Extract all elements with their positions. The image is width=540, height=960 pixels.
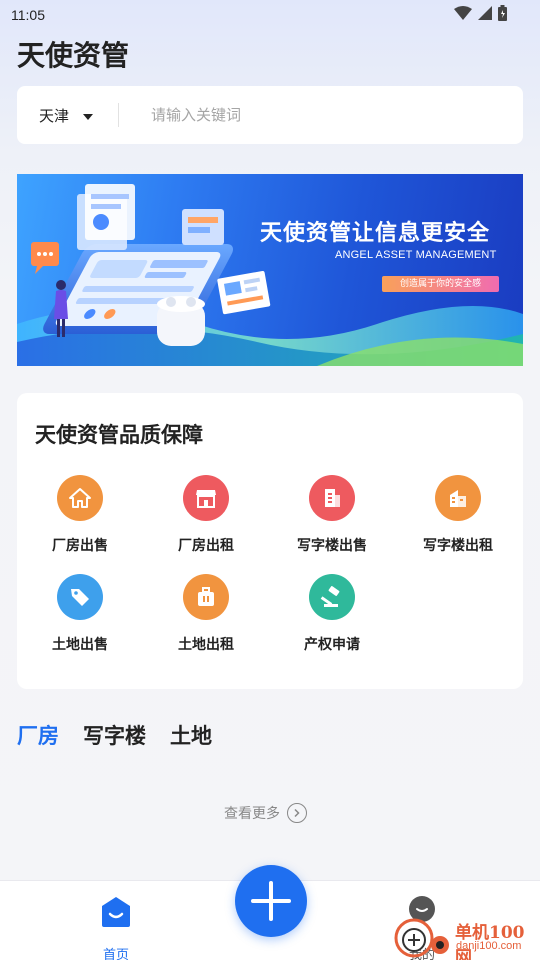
property-right-application-item[interactable]: 产权申请 (269, 574, 395, 664)
plus-icon (251, 881, 291, 921)
see-more-label: 查看更多 (224, 806, 280, 822)
nav-home[interactable]: 首页 (90, 893, 142, 960)
office-sale-item[interactable]: 写字楼出售 (269, 475, 395, 565)
grid-item-label: 土地出租 (178, 637, 234, 653)
watermark-url: danji100.com (456, 940, 522, 952)
banner-tagline: 创造属于你的安全感 (382, 276, 499, 292)
banner-illustration (17, 184, 523, 366)
price-tag-icon (57, 574, 103, 620)
watermark-logo-icon (394, 918, 449, 958)
buildings-icon (435, 475, 481, 521)
status-time: 11:05 (11, 7, 45, 23)
search-input[interactable] (135, 100, 495, 130)
banner-subtitle: ANGEL ASSET MANAGEMENT (335, 249, 497, 261)
promo-banner[interactable]: 天使资管让信息更安全 ANGEL ASSET MANAGEMENT 创造属于你的… (17, 174, 523, 366)
tab-office[interactable]: 写字楼 (83, 720, 146, 750)
grid-item-label: 厂房出售 (52, 538, 108, 554)
gavel-icon (309, 574, 355, 620)
city-label: 天津 (39, 106, 70, 125)
grid-item-label: 写字楼出售 (297, 538, 367, 554)
search-bar: 天津 (17, 86, 523, 144)
publish-button[interactable] (235, 865, 307, 937)
tab-factory[interactable]: 厂房 (17, 720, 59, 750)
factory-rent-item[interactable]: 厂房出租 (143, 475, 269, 565)
wifi-icon (454, 6, 472, 20)
status-icons (454, 5, 507, 21)
see-more-link[interactable]: 查看更多 (224, 802, 307, 824)
chevron-right-icon (287, 803, 307, 823)
quality-guarantee-card: 天使资管品质保障 厂房出售 厂房出租 写字楼出售 写字楼出租 土地出售 土地出租… (17, 393, 523, 689)
status-bar: 11:05 (0, 0, 540, 32)
land-rent-item[interactable]: 土地出租 (143, 574, 269, 664)
listing-tabs: 厂房 写字楼 土地 (17, 720, 236, 750)
card-title: 天使资管品质保障 (35, 423, 203, 447)
tab-land[interactable]: 土地 (170, 720, 212, 750)
banner-title: 天使资管让信息更安全 (260, 221, 491, 246)
office-building-icon (309, 475, 355, 521)
watermark-name: 单机100网 (455, 923, 525, 960)
grid-item-label: 厂房出租 (178, 538, 234, 554)
cellular-signal-icon (478, 6, 492, 20)
battery-icon (498, 5, 507, 21)
office-rent-item[interactable]: 写字楼出租 (395, 475, 521, 565)
land-sale-item[interactable]: 土地出售 (17, 574, 143, 664)
house-icon (57, 475, 103, 521)
nav-home-label: 首页 (102, 948, 129, 960)
storefront-icon (183, 475, 229, 521)
caret-down-icon (83, 113, 94, 120)
briefcase-icon (183, 574, 229, 620)
search-divider (118, 103, 119, 127)
app-title: 天使资管 (17, 39, 130, 72)
grid-item-label: 产权申请 (304, 637, 360, 653)
grid-item-label: 写字楼出租 (423, 538, 493, 554)
grid-item-label: 土地出售 (52, 637, 108, 653)
factory-sale-item[interactable]: 厂房出售 (17, 475, 143, 565)
home-icon (102, 897, 130, 927)
site-watermark: 单机100网 danji100.com (388, 906, 540, 960)
city-selector[interactable]: 天津 (39, 86, 94, 144)
